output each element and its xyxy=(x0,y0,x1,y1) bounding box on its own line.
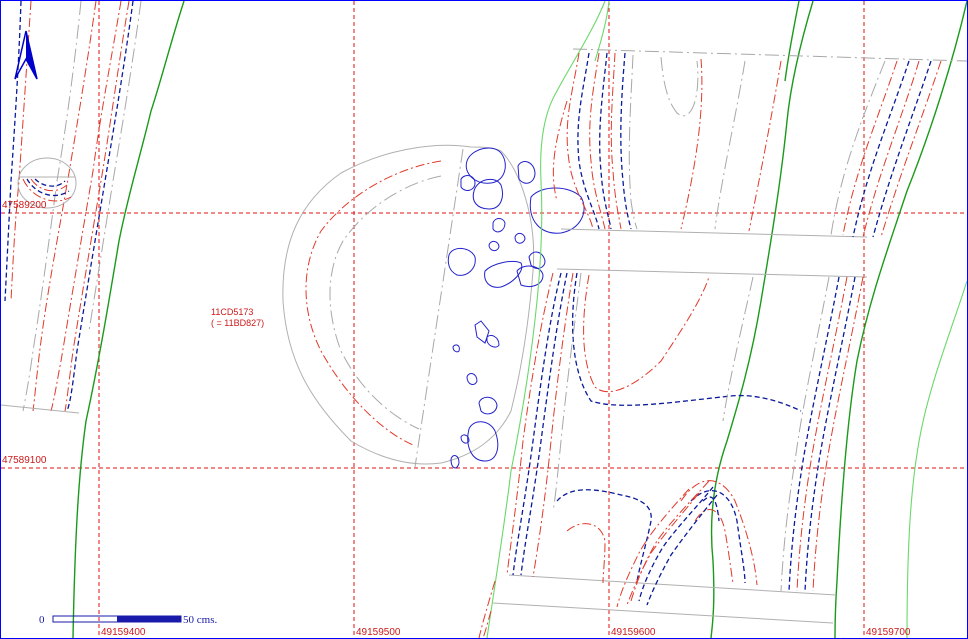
trench-contour xyxy=(532,272,574,578)
feature-alias: ( = 11BD827) xyxy=(211,318,264,328)
feature-section-line xyxy=(414,148,464,468)
stone xyxy=(452,344,460,353)
trench-contour xyxy=(583,274,710,393)
stone xyxy=(484,260,523,288)
grid-labels: 47589200 47589100 49159400 49159500 4915… xyxy=(2,200,911,638)
stone xyxy=(447,248,476,276)
trench-edge xyxy=(906,280,967,638)
feature-labels: 11CD5173 ( = 11BD827) xyxy=(211,307,264,328)
left-contour xyxy=(50,1,122,412)
scale-start-label: 0 xyxy=(39,614,45,626)
feature-11cd5173 xyxy=(282,144,585,469)
trench-contour xyxy=(478,580,496,638)
stone xyxy=(514,232,526,244)
stone xyxy=(466,373,478,385)
baulk-line xyxy=(560,228,868,238)
trench-contour xyxy=(571,272,802,412)
trench-edge xyxy=(710,1,814,638)
easting-label: 49159400 xyxy=(101,627,146,638)
trench-contour xyxy=(506,272,554,576)
left-contour xyxy=(88,1,142,332)
stone xyxy=(492,218,506,233)
northing-label: 47589200 xyxy=(2,200,47,211)
trench-contour xyxy=(714,60,746,230)
trench-edge xyxy=(834,1,967,638)
easting-label: 49159500 xyxy=(356,627,401,638)
feature-outline xyxy=(282,144,535,465)
northing-label: 47589100 xyxy=(2,455,47,466)
left-trench-edge xyxy=(72,1,185,638)
central-trench-edge xyxy=(486,1,606,638)
trench-contour xyxy=(577,52,600,230)
trench-contour xyxy=(628,54,638,230)
stone xyxy=(450,455,460,469)
stone xyxy=(488,240,500,252)
stone xyxy=(467,421,499,462)
trench-contour xyxy=(680,58,703,230)
left-trench xyxy=(1,1,185,638)
feature-code: 11CD5173 xyxy=(211,307,253,317)
feature-contour xyxy=(305,160,442,446)
trench-contour xyxy=(566,523,606,584)
trench-contour xyxy=(482,610,492,638)
trench-contour xyxy=(660,56,699,117)
stone xyxy=(465,147,506,184)
excavation-plan: 47589200 47589100 49159400 49159500 4915… xyxy=(1,1,967,638)
trench-contour xyxy=(690,490,746,584)
trench-contour xyxy=(610,52,622,230)
stone-cluster xyxy=(447,147,585,469)
central-trench xyxy=(478,1,967,638)
map-frame: 47589200 47589100 49159400 49159500 4915… xyxy=(0,0,968,639)
trench-contour xyxy=(680,480,758,586)
trench-contour xyxy=(626,492,700,606)
small-pit-contour xyxy=(34,178,66,187)
left-trench-end xyxy=(1,404,80,414)
stone xyxy=(517,161,536,184)
trench-contour xyxy=(566,52,594,230)
stone xyxy=(472,178,503,210)
baulk-line xyxy=(572,48,967,62)
stone xyxy=(478,396,498,415)
trench-edge xyxy=(784,1,800,82)
baulk-line xyxy=(508,574,837,596)
coordinate-grid xyxy=(1,1,967,638)
scale-bar: 0 50 cms. xyxy=(39,614,217,626)
trench-contour xyxy=(589,52,606,230)
baulk-line xyxy=(556,268,868,278)
stone xyxy=(460,175,476,191)
trench-contour xyxy=(620,52,632,230)
baulk-line xyxy=(492,602,834,624)
trench-contour xyxy=(646,494,718,606)
scale-end-label: 50 cms. xyxy=(183,614,217,626)
easting-label: 49159600 xyxy=(611,627,656,638)
trench-contour xyxy=(830,60,886,236)
trench-contour xyxy=(552,100,568,202)
trench-contour xyxy=(722,276,754,422)
stone xyxy=(528,251,546,269)
stone xyxy=(529,187,585,234)
scale-bar-fill xyxy=(117,616,181,622)
easting-label: 49159700 xyxy=(866,627,911,638)
stone xyxy=(486,334,500,348)
trench-contour xyxy=(780,276,830,592)
feature-contour xyxy=(329,175,442,430)
central-trench-edge xyxy=(594,1,610,62)
